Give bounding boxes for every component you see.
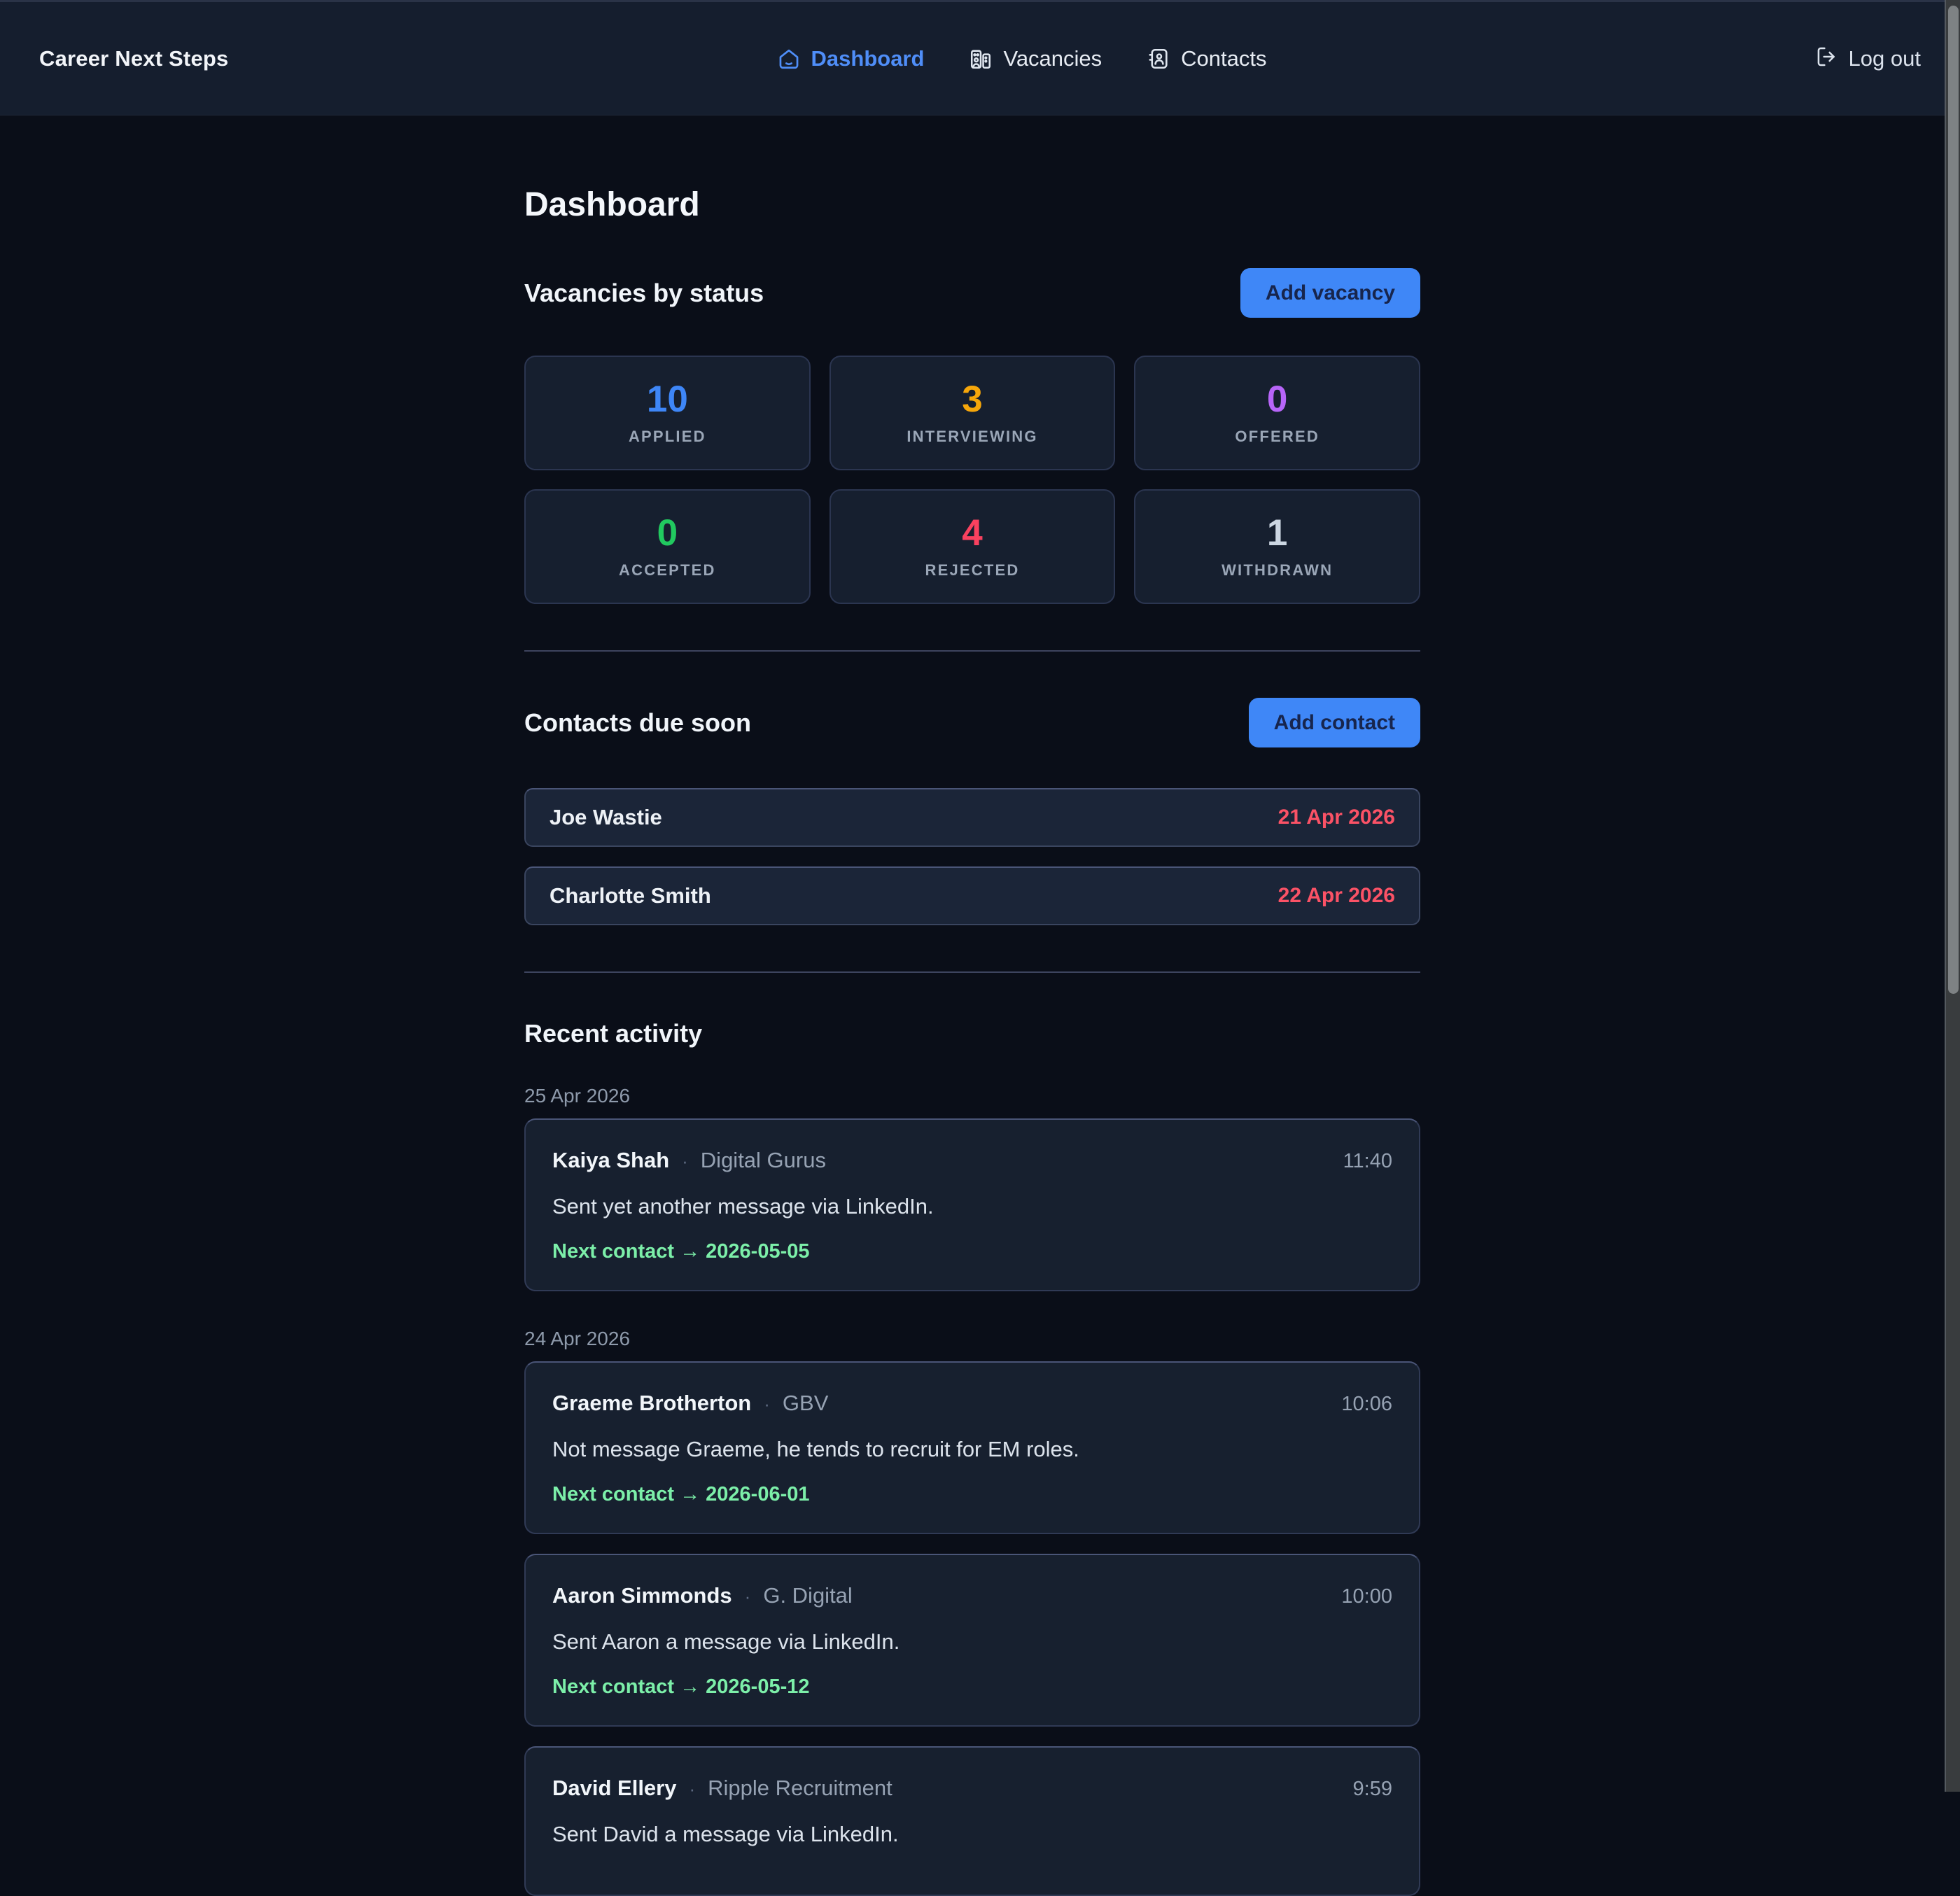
add-vacancy-button[interactable]: Add vacancy: [1240, 268, 1420, 318]
stat-label-interviewing: INTERVIEWING: [906, 428, 1037, 446]
activity-entry-time: 10:06: [1341, 1393, 1392, 1416]
stat-label-accepted: ACCEPTED: [619, 561, 716, 580]
stat-card-withdrawn: 1 WITHDRAWN: [1134, 489, 1420, 604]
activity-next-contact: Next contact → 2026-05-05: [552, 1240, 1392, 1263]
nav-label-contacts: Contacts: [1181, 46, 1266, 71]
activity-entry-message: Sent Aaron a message via LinkedIn.: [552, 1629, 1392, 1655]
activity-group-24-apr: 24 Apr 2026 Graeme Brotherton · GBV 10:0…: [524, 1328, 1420, 1896]
scrollbar-thumb[interactable]: [1948, 6, 1959, 994]
stat-label-offered: OFFERED: [1235, 428, 1320, 446]
contacts-due-list: Joe Wastie 21 Apr 2026 Charlotte Smith 2…: [524, 788, 1420, 925]
nav-item-contacts[interactable]: Contacts: [1147, 46, 1266, 71]
stat-card-accepted: 0 ACCEPTED: [524, 489, 811, 604]
stat-card-rejected: 4 REJECTED: [830, 489, 1116, 604]
activity-entry-company: Digital Gurus: [701, 1148, 826, 1173]
dot-separator: ·: [682, 1151, 688, 1172]
page-title: Dashboard: [524, 188, 1420, 222]
home-icon: [777, 47, 801, 71]
vacancies-section-header: Vacancies by status Add vacancy: [524, 268, 1420, 318]
activity-card-graeme-brotherton[interactable]: Graeme Brotherton · GBV 10:06 Not messag…: [524, 1361, 1420, 1534]
stat-value-withdrawn: 1: [1267, 514, 1287, 552]
activity-entry-message: Sent David a message via LinkedIn.: [552, 1822, 1392, 1847]
nav-label-dashboard: Dashboard: [811, 46, 925, 71]
activity-entry-name: Aaron Simmonds: [552, 1583, 732, 1608]
stat-value-applied: 10: [647, 381, 688, 418]
nav-label-vacancies: Vacancies: [1003, 46, 1102, 71]
stat-value-offered: 0: [1267, 381, 1287, 418]
activity-entry-name: David Ellery: [552, 1776, 676, 1801]
add-contact-button[interactable]: Add contact: [1249, 698, 1420, 747]
nav-item-vacancies[interactable]: Vacancies: [969, 46, 1102, 71]
logout-icon: [1815, 45, 1837, 71]
logout-button[interactable]: Log out: [1815, 45, 1921, 71]
contact-name: Joe Wastie: [550, 805, 662, 830]
stat-card-interviewing: 3 INTERVIEWING: [830, 356, 1116, 470]
contact-row-charlotte-smith[interactable]: Charlotte Smith 22 Apr 2026: [524, 866, 1420, 925]
nav-item-dashboard[interactable]: Dashboard: [777, 46, 925, 71]
activity-entry-time: 11:40: [1343, 1150, 1392, 1173]
dot-separator: ·: [689, 1778, 695, 1800]
contact-row-joe-wastie[interactable]: Joe Wastie 21 Apr 2026: [524, 788, 1420, 847]
stat-label-rejected: REJECTED: [925, 561, 1020, 580]
vacancy-stats-grid: 10 APPLIED 3 INTERVIEWING 0 OFFERED 0 AC…: [524, 356, 1420, 604]
dot-separator: ·: [764, 1393, 770, 1415]
building-person-icon: [969, 47, 993, 71]
activity-entry-name: Graeme Brotherton: [552, 1391, 751, 1416]
activity-entry-company: Ripple Recruitment: [708, 1776, 892, 1801]
activity-section-title: Recent activity: [524, 1019, 702, 1048]
main-nav: Dashboard Vacancies: [777, 46, 1267, 71]
activity-entry-name: Kaiya Shah: [552, 1148, 669, 1173]
activity-entry-company: GBV: [783, 1391, 828, 1416]
vacancies-section-title: Vacancies by status: [524, 279, 764, 308]
activity-next-contact: Next contact → 2026-05-12: [552, 1676, 1392, 1699]
activity-card-aaron-simmonds[interactable]: Aaron Simmonds · G. Digital 10:00 Sent A…: [524, 1554, 1420, 1727]
activity-entry-message: Sent yet another message via LinkedIn.: [552, 1194, 1392, 1219]
logout-label: Log out: [1849, 46, 1921, 71]
contacts-section-header: Contacts due soon Add contact: [524, 698, 1420, 747]
contact-name: Charlotte Smith: [550, 883, 711, 908]
activity-group-date: 25 Apr 2026: [524, 1085, 1420, 1107]
activity-group-25-apr: 25 Apr 2026 Kaiya Shah · Digital Gurus 1…: [524, 1085, 1420, 1291]
contact-due-date: 21 Apr 2026: [1278, 806, 1395, 829]
contacts-section-title: Contacts due soon: [524, 708, 751, 738]
app-header: Career Next Steps Dashboard: [0, 0, 1960, 115]
section-divider: [524, 971, 1420, 973]
vertical-scrollbar[interactable]: [1945, 0, 1960, 1792]
main-area: Dashboard Vacancies by status Add vacanc…: [0, 115, 1945, 1896]
activity-section-header: Recent activity: [524, 1019, 1420, 1048]
activity-entry-time: 9:59: [1353, 1778, 1392, 1801]
contact-book-icon: [1147, 47, 1170, 71]
stat-value-interviewing: 3: [962, 381, 982, 418]
stat-value-rejected: 4: [962, 514, 982, 552]
activity-group-date: 24 Apr 2026: [524, 1328, 1420, 1350]
stat-card-applied: 10 APPLIED: [524, 356, 811, 470]
section-divider: [524, 650, 1420, 652]
stat-label-withdrawn: WITHDRAWN: [1222, 561, 1333, 580]
stat-card-offered: 0 OFFERED: [1134, 356, 1420, 470]
activity-card-kaiya-shah[interactable]: Kaiya Shah · Digital Gurus 11:40 Sent ye…: [524, 1118, 1420, 1291]
stat-label-applied: APPLIED: [629, 428, 706, 446]
app-title: Career Next Steps: [39, 46, 228, 71]
stat-value-accepted: 0: [657, 514, 678, 552]
activity-next-contact: Next contact → 2026-06-01: [552, 1483, 1392, 1506]
contact-due-date: 22 Apr 2026: [1278, 884, 1395, 908]
activity-entry-message: Not message Graeme, he tends to recruit …: [552, 1437, 1392, 1462]
activity-card-david-ellery[interactable]: David Ellery · Ripple Recruitment 9:59 S…: [524, 1746, 1420, 1896]
dot-separator: ·: [745, 1586, 751, 1608]
activity-entry-company: G. Digital: [763, 1583, 852, 1608]
activity-entry-time: 10:00: [1341, 1585, 1392, 1608]
